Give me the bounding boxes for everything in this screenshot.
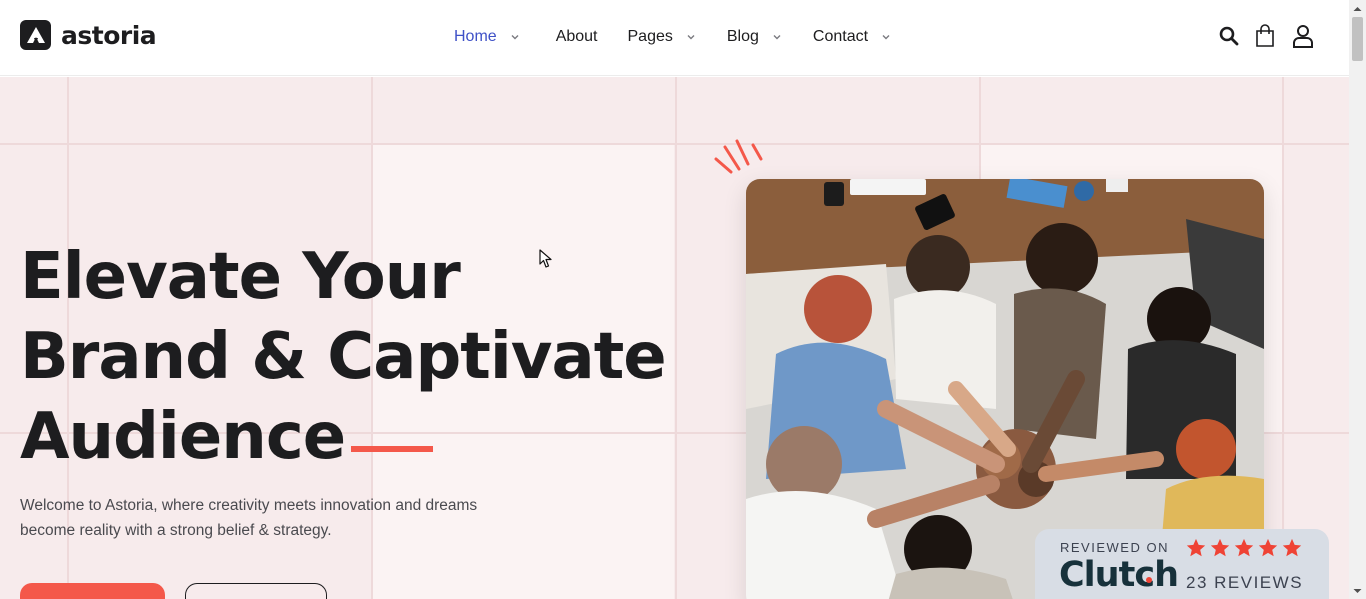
nav-item-blog[interactable]: Blog — [727, 28, 783, 46]
nav-item-label: Contact — [812, 28, 869, 45]
rating-stars — [1185, 537, 1303, 559]
mouse-pointer-icon — [539, 249, 552, 268]
main-nav: Home About Pages Blog Contact — [454, 28, 892, 46]
secondary-cta-button[interactable] — [185, 583, 327, 599]
clutch-reviewed-on: REVIEWED ON — [1060, 540, 1169, 555]
logo-mark-icon — [20, 20, 51, 50]
search-icon[interactable] — [1219, 26, 1239, 46]
nav-item-pages[interactable]: Pages — [628, 28, 697, 46]
sparkle-accent-icon — [714, 139, 763, 174]
chevron-down-icon — [511, 35, 519, 40]
page-scrollbar[interactable] — [1349, 0, 1366, 599]
scroll-up-arrow-icon[interactable] — [1349, 0, 1366, 17]
brand-logo[interactable]: astoria — [20, 20, 157, 50]
user-icon[interactable] — [1291, 24, 1315, 48]
nav-item-home[interactable]: Home — [454, 28, 521, 46]
nav-item-about[interactable]: About — [556, 28, 598, 46]
clutch-logo-dot — [1146, 577, 1152, 583]
chevron-down-icon — [687, 35, 695, 40]
grid-line — [0, 143, 1349, 145]
nav-item-label: About — [555, 28, 598, 45]
nav-item-label: Pages — [627, 28, 673, 45]
nav-item-contact[interactable]: Contact — [813, 28, 892, 46]
chevron-down-icon — [773, 35, 781, 40]
clutch-logo: Clutch — [1059, 555, 1179, 595]
nav-item-label: Home — [454, 28, 497, 45]
scroll-down-arrow-icon[interactable] — [1349, 582, 1366, 599]
grid-line — [675, 77, 677, 599]
hero-headline: Elevate Your Brand & Captivate Audience — [20, 237, 667, 477]
star-icon — [1234, 538, 1254, 557]
star-icon — [1282, 538, 1302, 557]
brand-name: astoria — [61, 20, 157, 50]
headline-accent-underline — [351, 446, 434, 452]
hero-section: Elevate Your Brand & Captivate Audience … — [0, 77, 1349, 599]
nav-item-label: Blog — [726, 28, 759, 45]
header-actions — [1219, 24, 1315, 48]
shopping-bag-icon[interactable] — [1255, 24, 1275, 48]
site-header: astoria Home About Pages Blog Contact — [0, 0, 1349, 76]
grid-line — [1282, 77, 1284, 599]
headline-line: Audience — [20, 400, 346, 474]
star-icon — [1186, 538, 1206, 557]
headline-line: Brand & Captivate — [20, 320, 667, 394]
clutch-review-count: 23 REVIEWS — [1186, 573, 1304, 592]
hero-intro-text: Welcome to Astoria, where creativity mee… — [20, 497, 478, 539]
star-icon — [1210, 538, 1230, 557]
headline-line: Elevate Your — [20, 240, 461, 314]
chevron-down-icon — [882, 35, 890, 40]
primary-cta-button[interactable] — [20, 583, 165, 599]
clutch-review-badge[interactable]: REVIEWED ON Clutch 23 REVIEWS — [1035, 529, 1329, 599]
scrollbar-thumb[interactable] — [1352, 17, 1363, 61]
star-icon — [1258, 538, 1278, 557]
